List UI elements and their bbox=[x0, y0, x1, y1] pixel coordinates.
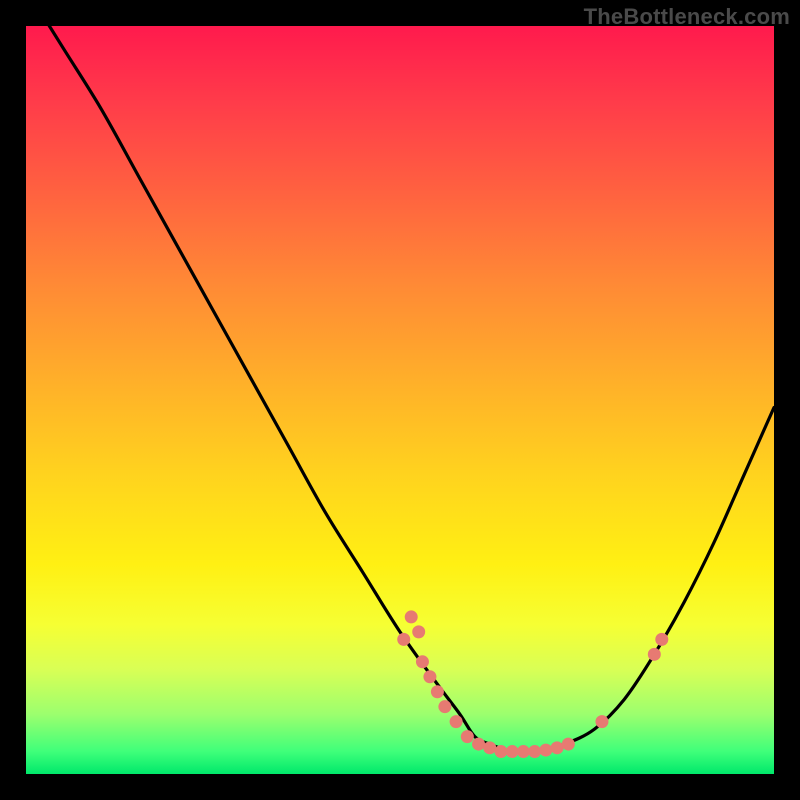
curve-point bbox=[423, 670, 436, 683]
curve-point bbox=[648, 648, 661, 661]
curve-point bbox=[450, 715, 463, 728]
curve-point bbox=[562, 738, 575, 751]
curve-point bbox=[528, 745, 541, 758]
curve-point bbox=[494, 745, 507, 758]
curve-point bbox=[595, 715, 608, 728]
bottleneck-curve-svg bbox=[26, 26, 774, 774]
curve-point bbox=[472, 738, 485, 751]
chart-frame: TheBottleneck.com bbox=[0, 0, 800, 800]
curve-point bbox=[412, 625, 425, 638]
curve-point bbox=[438, 700, 451, 713]
watermark-text: TheBottleneck.com bbox=[584, 4, 790, 30]
curve-point bbox=[551, 741, 564, 754]
curve-point bbox=[405, 610, 418, 623]
curve-point bbox=[539, 744, 552, 757]
curve-point bbox=[416, 655, 429, 668]
curve-point bbox=[431, 685, 444, 698]
plot-area bbox=[26, 26, 774, 774]
curve-point bbox=[517, 745, 530, 758]
curve-point bbox=[483, 741, 496, 754]
curve-point bbox=[461, 730, 474, 743]
curve-point bbox=[655, 633, 668, 646]
curve-point bbox=[506, 745, 519, 758]
curve-point bbox=[397, 633, 410, 646]
